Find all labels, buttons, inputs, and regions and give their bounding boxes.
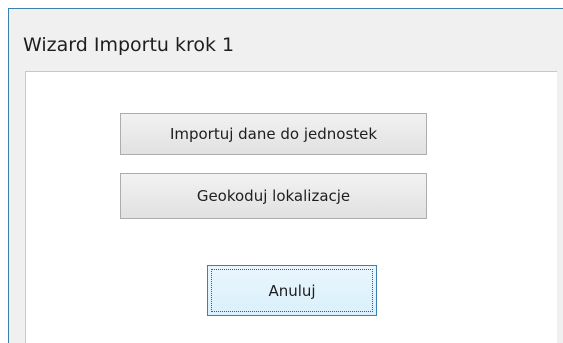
import-data-button-label: Importuj dane do jednostek (169, 125, 378, 143)
cancel-button-label: Anuluj (268, 281, 316, 300)
geocode-locations-button[interactable]: Geokoduj lokalizacje (120, 173, 427, 219)
geocode-locations-button-label: Geokoduj lokalizacje (196, 187, 351, 205)
window-title: Wizard Importu krok 1 (23, 34, 235, 56)
import-data-button[interactable]: Importuj dane do jednostek (120, 113, 427, 155)
cancel-button[interactable]: Anuluj (207, 265, 377, 316)
